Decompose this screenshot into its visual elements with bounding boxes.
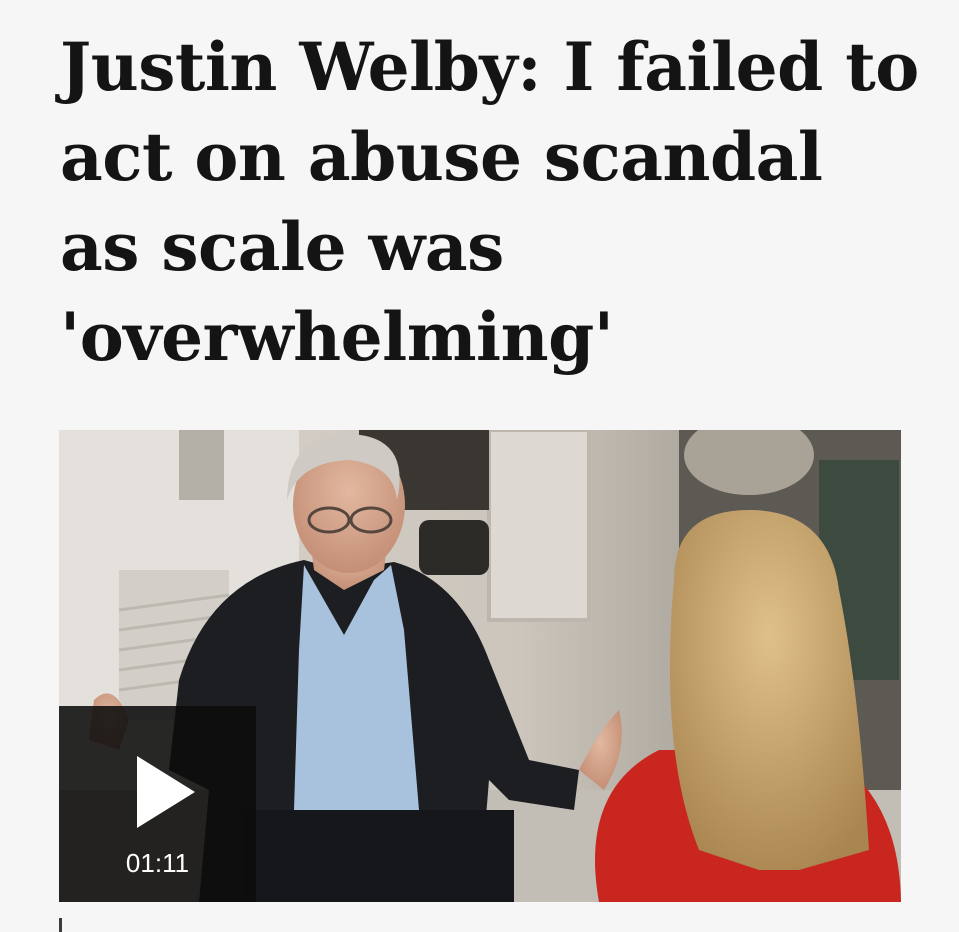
article-headline: Justin Welby: I failed to act on abuse s…	[60, 28, 919, 376]
video-caption	[72, 917, 902, 932]
caption-divider	[59, 918, 62, 932]
play-button[interactable]: 01:11	[59, 706, 256, 902]
play-icon	[137, 756, 195, 828]
article-page: Justin Welby: I failed to act on abuse s…	[0, 0, 959, 932]
video-duration: 01:11	[125, 848, 190, 878]
